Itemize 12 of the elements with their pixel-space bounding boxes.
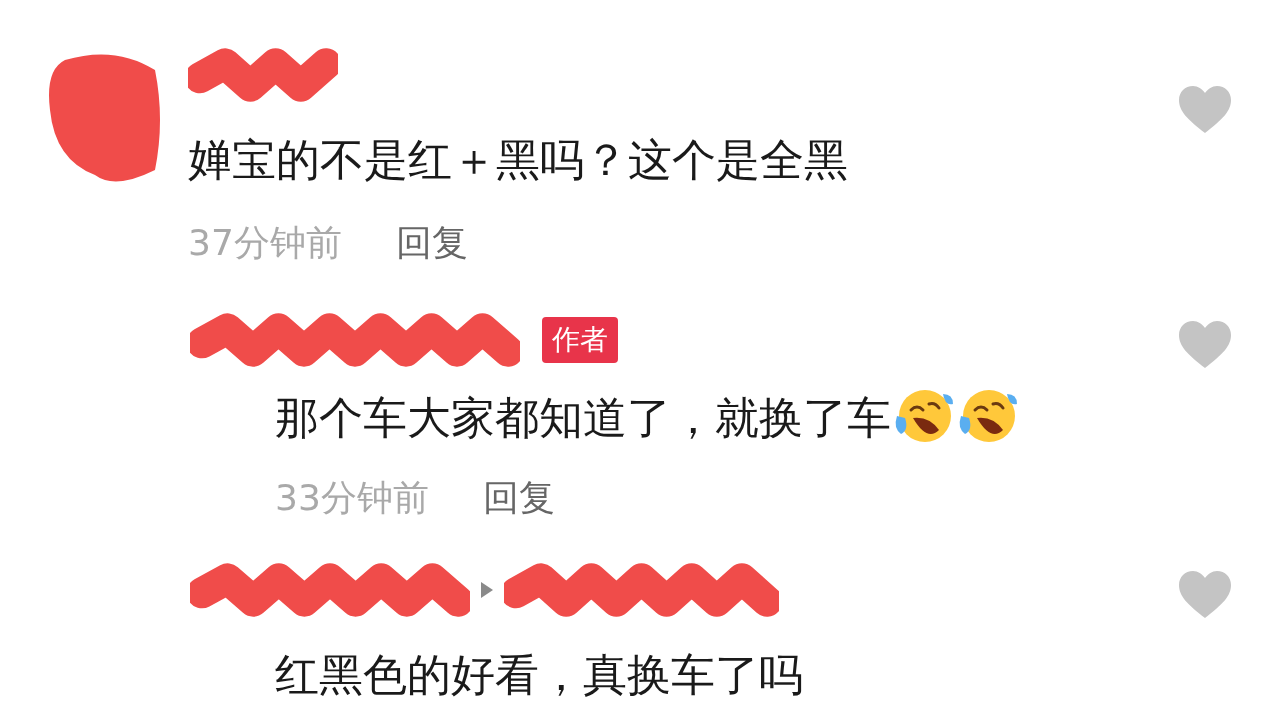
heart-icon[interactable] [1177,85,1233,135]
comment-time: 33分钟前 [275,476,429,520]
author-badge: 作者 [542,317,618,363]
heart-icon[interactable] [1177,320,1233,370]
comment-text: 婵宝的不是红＋黑吗？这个是全黑 [188,133,849,187]
comment-time: 37分钟前 [188,221,342,265]
comment-text: 那个车大家都知道了，就换了车 [275,391,891,445]
comment-text: 红黑色的好看，真换车了吗 [275,648,803,702]
reply-link[interactable]: 回复 [395,216,468,270]
reply-link[interactable]: 回复 [482,471,555,525]
heart-icon[interactable] [1177,570,1233,620]
reply-arrow-icon [480,581,494,599]
